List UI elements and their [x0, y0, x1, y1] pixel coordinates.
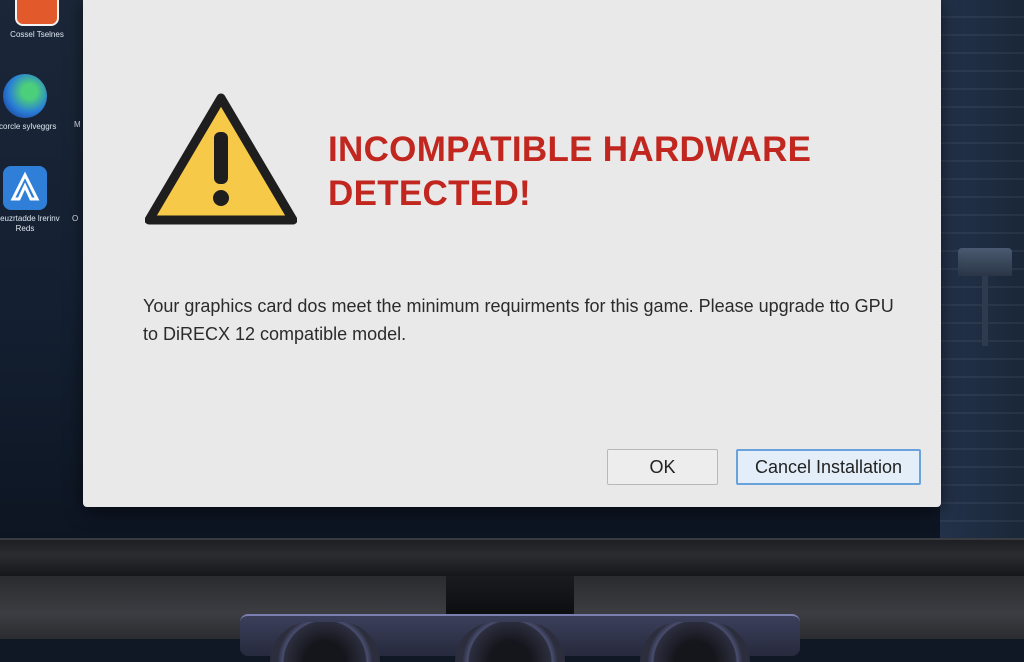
desktop-icon-label: Cseuzrtadde lrerinv Reds	[0, 214, 60, 233]
desktop-icon-partial-label: O	[72, 214, 79, 223]
dialog-title: INCOMPATIBLE HARDWARE DETECTED!	[328, 130, 812, 213]
wallpaper-lamp	[958, 248, 1012, 276]
wallpaper-lamp-pole	[982, 276, 988, 346]
desktop-icon-1[interactable]: Cossel Tselnes	[2, 0, 72, 40]
error-dialog: INCOMPATIBLE HARDWARE DETECTED! Your gra…	[83, 0, 941, 507]
app-icon-blue-swirl	[3, 74, 47, 118]
app-icon-a-glyph	[10, 171, 40, 201]
app-icon-blue-a	[3, 166, 47, 210]
ok-button[interactable]: OK	[607, 449, 718, 485]
desktop-icon-3[interactable]: Cseuzrtadde lrerinv Reds	[0, 166, 60, 234]
warning-icon	[145, 93, 297, 225]
desktop-icon-partial-label: M	[74, 120, 81, 129]
monitor-bezel	[0, 538, 1024, 578]
app-icon-orange	[15, 0, 59, 26]
cancel-installation-button[interactable]: Cancel Installation	[736, 449, 921, 485]
desktop-icon-label: Cossel Tselnes	[10, 30, 64, 39]
desktop-icon-2[interactable]: Pcorcle sylveggrs	[0, 74, 60, 132]
monitor-stand	[446, 576, 574, 616]
desktop-icon-label: Pcorcle sylveggrs	[0, 122, 57, 131]
dialog-message: Your graphics card dos meet the minimum …	[143, 296, 894, 344]
